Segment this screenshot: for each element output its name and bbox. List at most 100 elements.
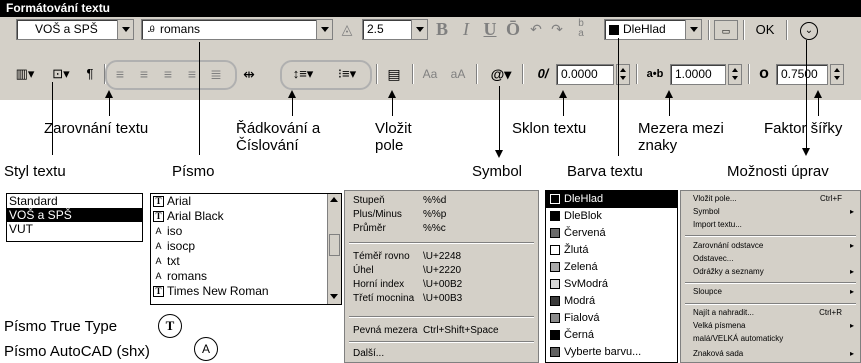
font-list-item[interactable]: Aromans xyxy=(151,269,341,284)
separator xyxy=(412,64,414,84)
arrow-up-icon xyxy=(814,90,822,98)
symbol-icon[interactable]: @▾ xyxy=(486,64,516,84)
color-list[interactable]: DleHlad DleBlok Červená Žlutá Zelená SvModrá M… xyxy=(545,190,678,363)
color-list-item[interactable]: DleHlad xyxy=(546,191,677,208)
options-menu-label: Import textu... xyxy=(693,220,742,229)
font-list-item[interactable]: Aiso xyxy=(151,224,341,239)
chevron-down-icon[interactable] xyxy=(316,20,332,39)
undo-icon[interactable]: ↶ xyxy=(527,19,545,39)
arrow-up-icon xyxy=(559,90,567,98)
bold-button[interactable]: B xyxy=(432,19,452,39)
arrow-up-icon xyxy=(665,90,673,98)
options-menu-label: Zarovnání odstavce xyxy=(693,241,764,250)
font-list-item[interactable]: T Arial Black xyxy=(151,209,341,224)
chevron-down-icon[interactable] xyxy=(411,20,427,39)
color-list-item[interactable]: Vyberte barvu... xyxy=(546,344,677,361)
scrollbar[interactable] xyxy=(327,194,341,304)
redo-icon[interactable]: ↷ xyxy=(548,19,566,39)
width-factor-spinner[interactable] xyxy=(830,64,844,85)
font-name: Times New Roman xyxy=(167,284,269,298)
color-list-item[interactable]: Fialová xyxy=(546,310,677,327)
color-name: Zelená xyxy=(564,261,598,273)
color-list-item[interactable]: SvModrá xyxy=(546,276,677,293)
callout-line xyxy=(669,96,670,116)
color-swatch xyxy=(550,211,560,222)
callout-line xyxy=(392,96,393,116)
oblique-icon: 0/ xyxy=(537,66,549,81)
options-menu-label: Velká písmena xyxy=(693,321,746,330)
autocad-font-icon: Ꭿ xyxy=(148,24,155,35)
symbol-menu: Stupeň %%d Plus/Minus %%p Průměr %%c Téměř rov… xyxy=(344,190,539,363)
color-swatch xyxy=(550,296,560,307)
color-list-item[interactable]: Žlutá xyxy=(546,242,677,259)
text-style-list[interactable]: Standard VOŠ a SPŠ VUT xyxy=(6,193,143,242)
text-color-combo[interactable]: DleHlad xyxy=(604,19,702,40)
menu-separator xyxy=(685,282,856,284)
autocad-font-icon: A xyxy=(155,256,162,267)
lowercase-button[interactable]: aA xyxy=(446,64,470,84)
font-value: romans xyxy=(160,22,201,36)
color-list-item[interactable]: Červená xyxy=(546,225,677,242)
color-list-item[interactable]: Černá xyxy=(546,327,677,344)
arrow-up-icon xyxy=(288,90,296,98)
overline-button[interactable]: Ō xyxy=(503,19,523,39)
options-menu-label: Odstavec... xyxy=(693,254,734,263)
scroll-thumb[interactable] xyxy=(329,234,340,256)
font-list-item[interactable]: T Arial xyxy=(151,194,341,209)
font-combo[interactable]: Ꭿromans xyxy=(141,19,333,40)
options-icon[interactable]: ⌄ xyxy=(800,22,818,40)
color-list-item[interactable]: DleBlok xyxy=(546,208,677,225)
arrow-down-icon xyxy=(802,148,810,156)
paragraph-icon[interactable]: ¶ xyxy=(80,64,100,84)
italic-button[interactable]: I xyxy=(456,19,476,39)
chevron-down-icon[interactable] xyxy=(685,20,701,39)
text-style-combo[interactable]: VOŠ a SPŠ xyxy=(16,19,134,40)
ok-button[interactable]: OK xyxy=(750,20,780,40)
callout-tracking-line2: znaky xyxy=(638,137,678,154)
scroll-up-icon[interactable] xyxy=(330,197,338,202)
separator xyxy=(376,64,378,84)
symbol-menu-label: Průměr xyxy=(353,223,386,234)
callout-line xyxy=(563,96,564,116)
font-list[interactable]: T Arial T Arial Black Aiso Aisocp Atxt Aromans T… xyxy=(150,193,342,305)
scroll-down-icon[interactable] xyxy=(330,294,338,299)
underline-button[interactable]: U xyxy=(480,19,500,39)
chevron-down-icon[interactable] xyxy=(117,20,133,39)
stack-icon[interactable]: ba xyxy=(570,19,592,39)
callout-line xyxy=(499,86,500,152)
list-item-selected[interactable]: VOŠ a SPŠ xyxy=(7,208,142,222)
tracking-spinner[interactable] xyxy=(728,64,742,85)
callout-line xyxy=(52,82,53,155)
width-factor-value: 0.7500 xyxy=(781,67,818,81)
separator xyxy=(522,64,524,84)
callout-insert-field-line1: Vložit xyxy=(375,120,412,137)
font-list-item[interactable]: T Times New Roman xyxy=(151,284,341,299)
symbol-menu-code: \U+2220 xyxy=(423,265,462,276)
annotative-icon[interactable]: ◬ xyxy=(336,19,358,39)
symbol-menu-code: \U+2248 xyxy=(423,251,462,262)
callout-text-style: Styl textu xyxy=(4,163,66,180)
color-swatch xyxy=(550,313,560,324)
list-item[interactable]: Standard xyxy=(7,194,142,208)
distribute-horizontal-icon[interactable]: ⇹ xyxy=(238,64,260,84)
text-height-combo[interactable]: 2.5 xyxy=(362,19,428,40)
text-height-value: 2.5 xyxy=(367,22,384,36)
font-list-item[interactable]: Atxt xyxy=(151,254,341,269)
oblique-angle-input[interactable]: 0.0000 xyxy=(556,64,614,85)
symbol-menu-label: Téměř rovno xyxy=(353,251,410,262)
font-list-item[interactable]: Aisocp xyxy=(151,239,341,254)
insert-field-icon[interactable]: ▤ xyxy=(383,64,405,84)
list-item[interactable]: VUT xyxy=(7,222,142,236)
mtext-justification-icon[interactable]: ⊡▾ xyxy=(48,64,74,84)
truetype-icon: T xyxy=(153,196,164,208)
color-list-item[interactable]: Zelená xyxy=(546,259,677,276)
columns-icon[interactable]: ▥▾ xyxy=(12,64,38,84)
color-name: SvModrá xyxy=(564,278,609,290)
uppercase-button[interactable]: Aa xyxy=(418,64,442,84)
symbol-menu-code: \U+00B3 xyxy=(423,293,463,304)
color-list-item[interactable]: Modrá xyxy=(546,293,677,310)
ruler-icon[interactable]: ▭ xyxy=(714,20,738,40)
submenu-arrow-icon: ▸ xyxy=(849,349,854,358)
tracking-input[interactable]: 1.0000 xyxy=(670,64,726,85)
width-factor-input[interactable]: 0.7500 xyxy=(776,64,828,85)
